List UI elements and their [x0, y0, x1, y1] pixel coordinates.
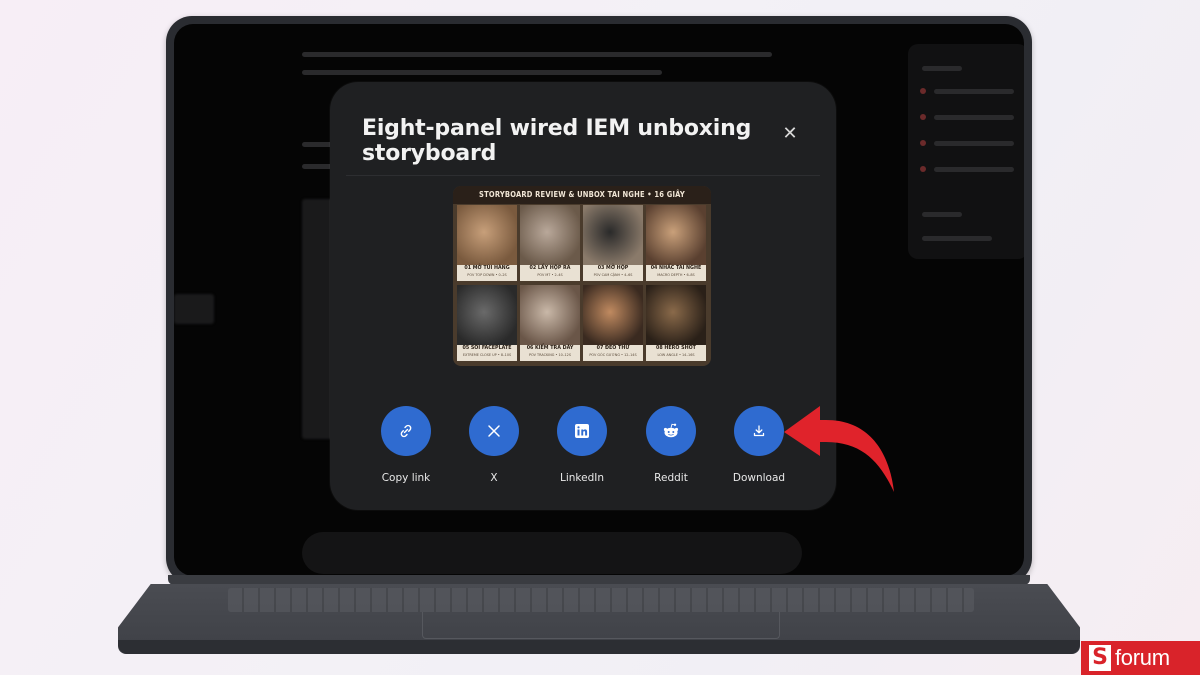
storyboard-panel-caption: 02 LẤY HỘP RA POV MT • 2–4S [520, 265, 580, 281]
trackpad [422, 612, 780, 639]
panel-subtitle: POV CAM CẬNH • 4–6S [593, 273, 633, 277]
storyboard-panel: 04 NHẤC TAI NGHE MACRO DEPTH • 6–8S [646, 205, 706, 281]
panel-title: 08 HERO SHOT [656, 346, 696, 351]
x-logo-icon [487, 424, 501, 438]
storyboard-panel-caption: 07 ĐEO THỬ POV GÓC GƯƠNG • 12–14S [583, 345, 643, 361]
panel-subtitle: POV TOP DOWN • 0–2S [467, 273, 507, 277]
panel-title: 06 KIỂM TRA DÂY [526, 346, 574, 351]
storyboard-grid: 01 MỞ TÚI HÀNG POV TOP DOWN • 0–2S 02 LẤY … [457, 205, 707, 363]
share-option-reddit: Reddit [626, 406, 716, 484]
storyboard-panel: 06 KIỂM TRA DÂY POV TRACKING • 10–12S [520, 285, 580, 361]
storyboard-panel-photo [457, 205, 517, 265]
storyboard-panel-photo [583, 285, 643, 345]
linkedin-button[interactable] [557, 406, 607, 456]
storyboard-panel: 03 MỞ HỘP POV CAM CẬNH • 4–6S [583, 205, 643, 281]
linkedin-icon [574, 423, 590, 439]
share-option-copy-link: Copy link [361, 406, 451, 484]
laptop-hinge [168, 575, 1030, 585]
storyboard-panel-photo [583, 205, 643, 265]
background-text [302, 52, 772, 57]
share-option-linkedin: LinkedIn [537, 406, 627, 484]
share-dialog: Eight-panel wired IEM unboxing storyboar… [330, 82, 836, 510]
background-sidebar [908, 44, 1024, 259]
share-label: X [490, 472, 498, 484]
panel-subtitle: POV MT • 2–4S [537, 273, 563, 277]
storyboard-panel: 05 SOI FACEPLATE EXTREME CLOSE UP • 8–10S [457, 285, 517, 361]
panel-subtitle: LOW ANGLE • 14–16S [657, 353, 695, 357]
reddit-icon [661, 421, 681, 441]
panel-subtitle: POV TRACKING • 10–12S [529, 353, 571, 357]
storyboard-panel-photo [457, 285, 517, 345]
sforum-logo: S forum [1081, 641, 1200, 675]
storyboard-panel: 07 ĐEO THỬ POV GÓC GƯƠNG • 12–14S [583, 285, 643, 361]
storyboard-panel-caption: 06 KIỂM TRA DÂY POV TRACKING • 10–12S [520, 345, 580, 361]
panel-subtitle: EXTREME CLOSE UP • 8–10S [462, 353, 512, 357]
red-arrow-annotation [784, 406, 894, 492]
panel-subtitle: MACRO DEPTH • 6–8S [657, 273, 695, 277]
background-text [302, 70, 662, 75]
arrow-shape [784, 406, 894, 492]
reddit-button[interactable] [646, 406, 696, 456]
download-button[interactable] [734, 406, 784, 456]
storyboard-panel-caption: 04 NHẤC TAI NGHE MACRO DEPTH • 6–8S [646, 265, 706, 281]
share-label: Copy link [381, 472, 431, 484]
panel-title: 02 LẤY HỘP RA [529, 266, 571, 271]
panel-title: 05 SOI FACEPLATE [462, 346, 512, 351]
download-icon [752, 424, 766, 438]
x-button[interactable] [469, 406, 519, 456]
background-chat-input [302, 532, 802, 574]
storyboard-preview-image: STORYBOARD REVIEW & UNBOX TAI NGHE • 16 … [453, 186, 711, 366]
laptop-base-front [118, 640, 1080, 654]
panel-title: 03 MỞ HỘP [597, 266, 629, 271]
link-icon [398, 423, 414, 439]
storyboard-panel: 08 HERO SHOT LOW ANGLE • 14–16S [646, 285, 706, 361]
storyboard-panel-caption: 08 HERO SHOT LOW ANGLE • 14–16S [646, 345, 706, 361]
storyboard-panel-photo [520, 205, 580, 265]
panel-title: 01 MỞ TÚI HÀNG [464, 266, 510, 271]
sforum-logo-mark: S [1089, 645, 1111, 671]
panel-title: 07 ĐEO THỬ [596, 346, 630, 351]
storyboard-header: STORYBOARD REVIEW & UNBOX TAI NGHE • 16 … [453, 186, 711, 204]
share-option-x: X [449, 406, 539, 484]
divider [346, 175, 820, 176]
storyboard-panel-photo [646, 205, 706, 265]
close-button[interactable]: ✕ [778, 122, 802, 146]
storyboard-panel-caption: 03 MỞ HỘP POV CAM CẬNH • 4–6S [583, 265, 643, 281]
storyboard-panel: 01 MỞ TÚI HÀNG POV TOP DOWN • 0–2S [457, 205, 517, 281]
storyboard-panel-caption: 05 SOI FACEPLATE EXTREME CLOSE UP • 8–10S [457, 345, 517, 361]
storyboard-panel-photo [520, 285, 580, 345]
background-text [302, 164, 332, 169]
copy-link-button[interactable] [381, 406, 431, 456]
storyboard-panel: 02 LẤY HỘP RA POV MT • 2–4S [520, 205, 580, 281]
background-panel [174, 294, 214, 324]
close-icon: ✕ [782, 123, 798, 144]
share-label: LinkedIn [559, 472, 604, 484]
panel-title: 04 NHẤC TAI NGHE [650, 266, 702, 271]
dialog-title: Eight-panel wired IEM unboxing storyboar… [362, 116, 752, 166]
storyboard-panel-caption: 01 MỞ TÚI HÀNG POV TOP DOWN • 0–2S [457, 265, 517, 281]
storyboard-panel-photo [646, 285, 706, 345]
share-label: Reddit [654, 472, 688, 484]
panel-subtitle: POV GÓC GƯƠNG • 12–14S [589, 353, 637, 357]
sforum-logo-text: forum [1115, 645, 1170, 670]
keyboard [228, 588, 974, 612]
